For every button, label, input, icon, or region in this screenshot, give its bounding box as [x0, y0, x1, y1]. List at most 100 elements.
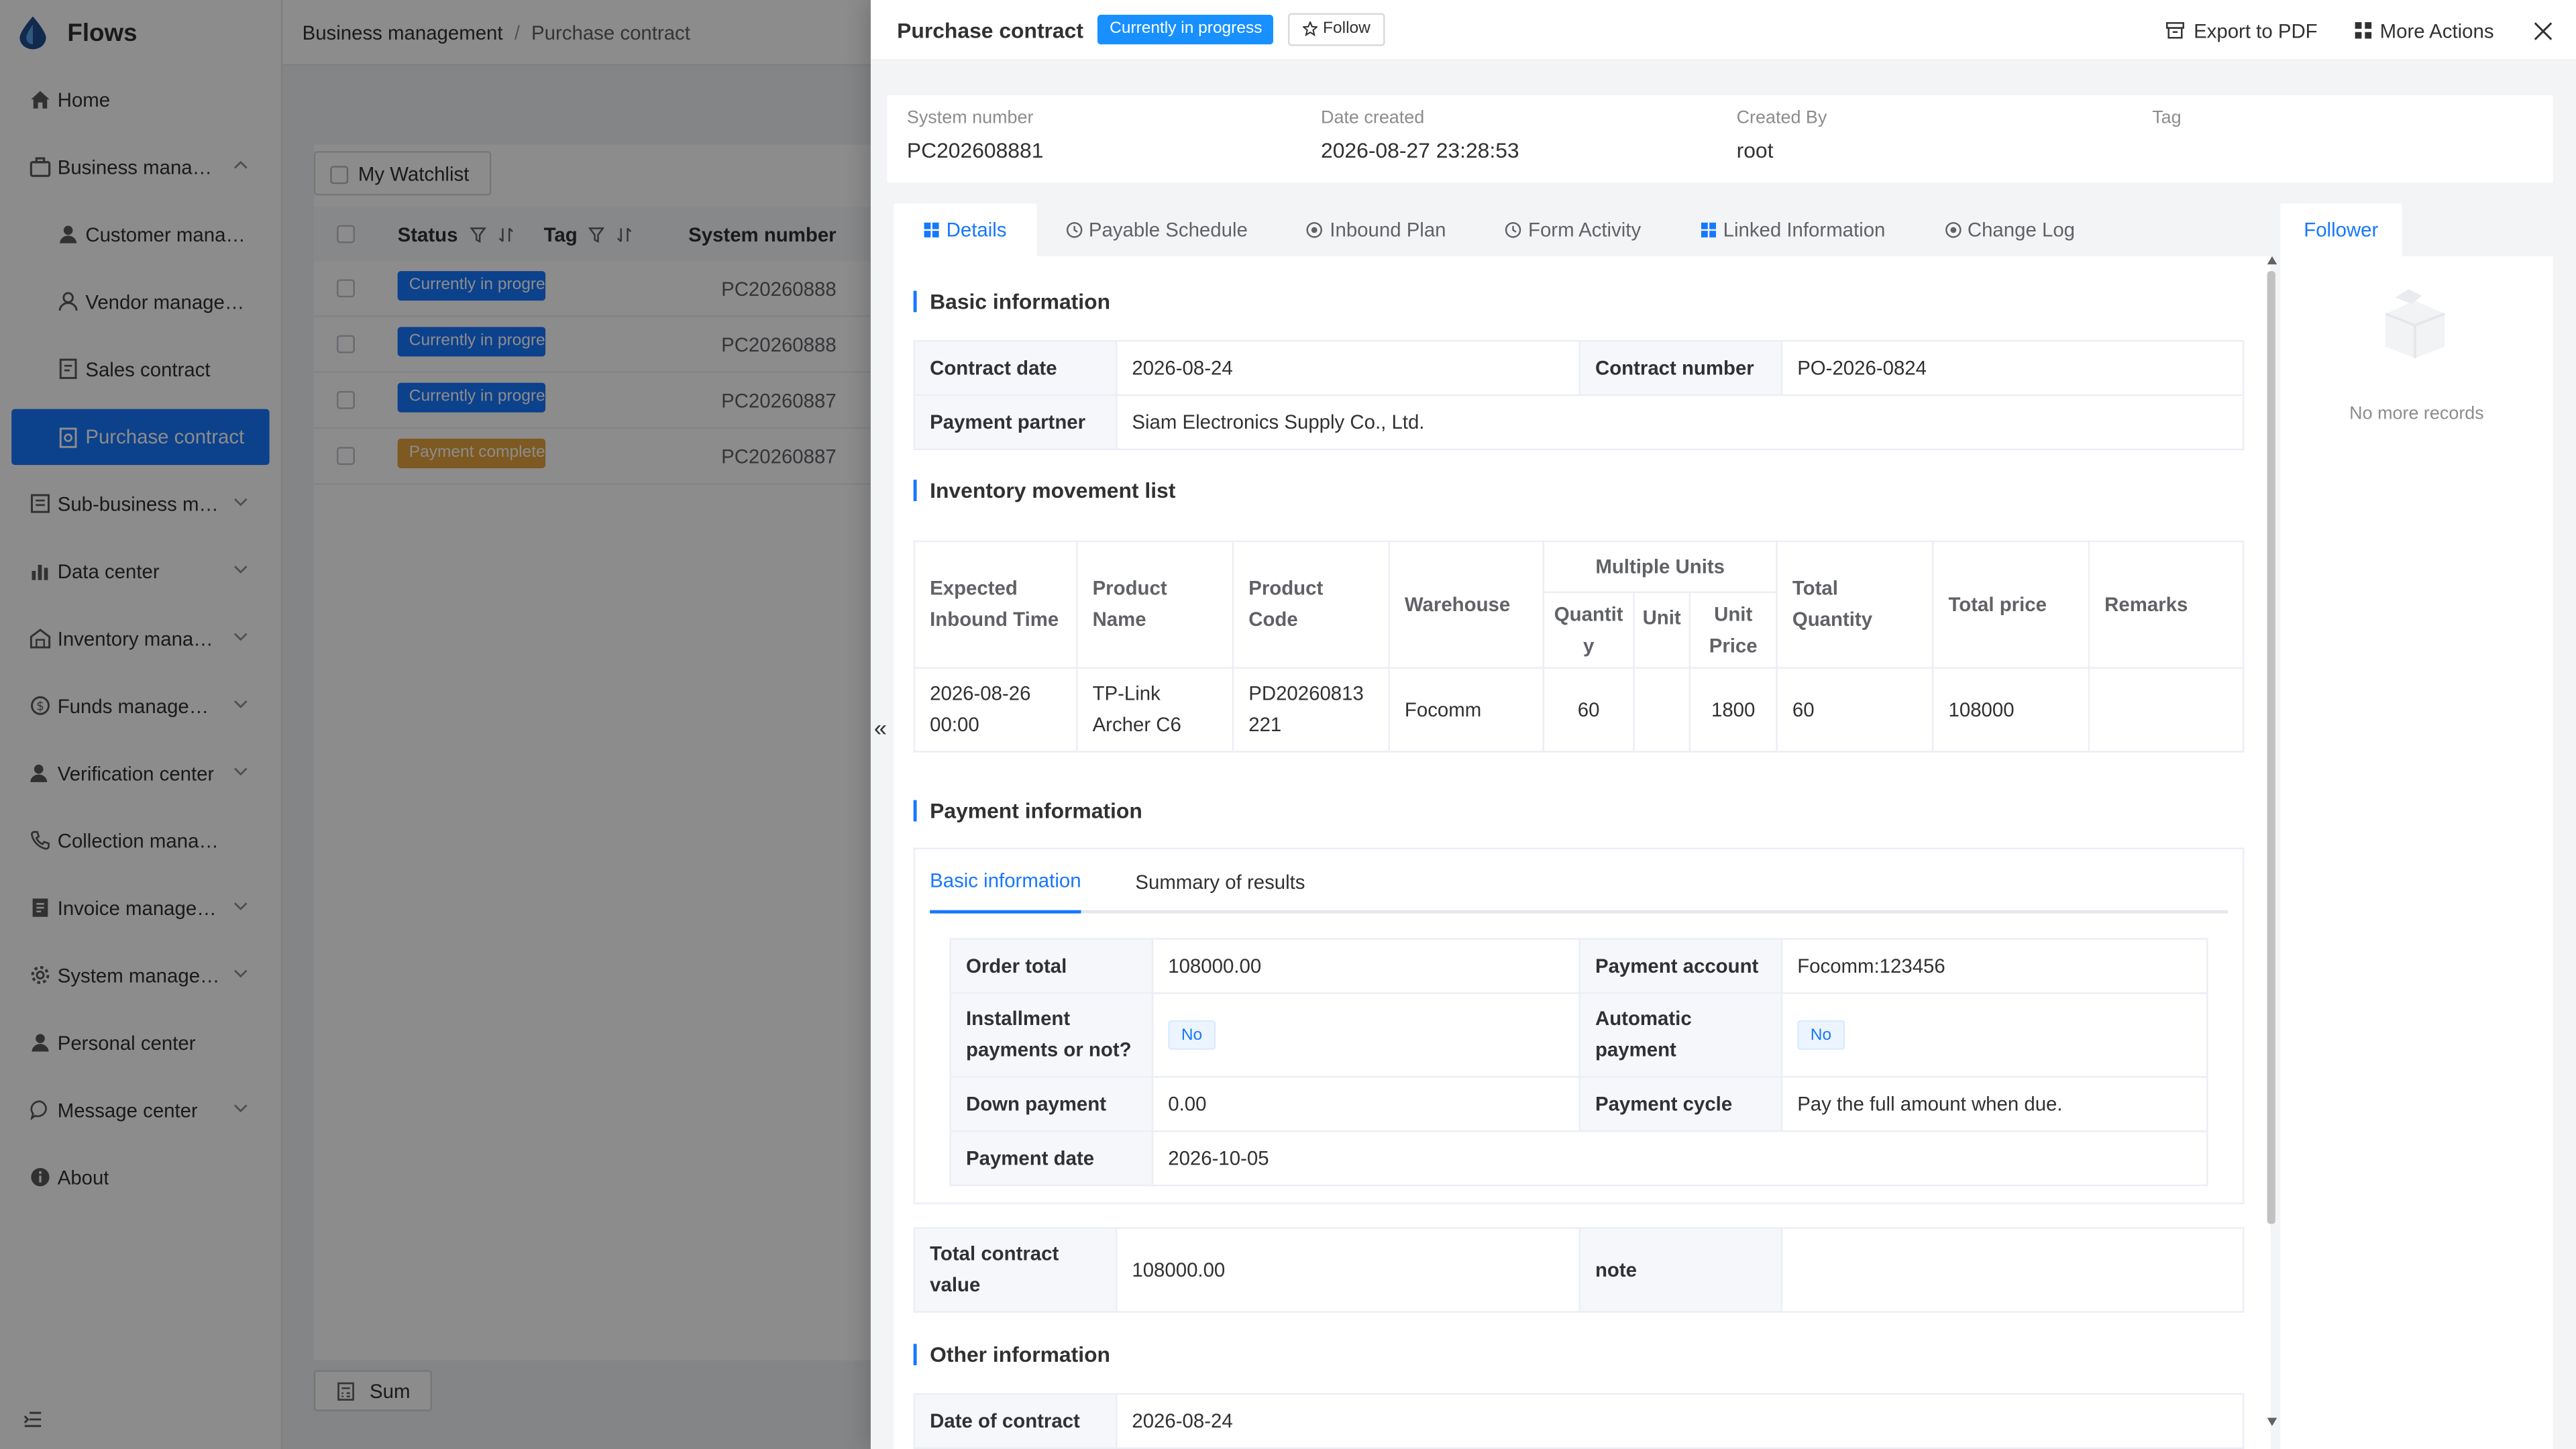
payment-box: Basic information Summary of results Ord…: [913, 847, 2245, 1205]
quantity-cell: 60: [1542, 667, 1635, 753]
more-actions-button[interactable]: More Actions: [2353, 19, 2494, 42]
unit-cell: [1633, 667, 1691, 753]
scrollbar[interactable]: [2267, 256, 2277, 1428]
export-pdf-button[interactable]: Export to PDF: [2165, 19, 2318, 42]
follower-panel: No more records: [2280, 256, 2553, 1449]
inventory-table: Expected Inbound Time Product Name Produ…: [913, 540, 2245, 753]
tab-details[interactable]: Details: [894, 203, 1036, 257]
contract-date-label: Contract date: [913, 339, 1118, 396]
contract-detail-drawer: Purchase contract Currently in progress …: [870, 0, 2576, 1449]
drawer-body: System number PC202608881 Date created 2…: [870, 60, 2576, 1449]
export-icon: [2166, 22, 2185, 39]
tag-label: Tag: [2152, 108, 2182, 129]
clock-icon: [1505, 222, 1521, 238]
tab-linked-information[interactable]: Linked Information: [1670, 204, 1915, 256]
totals-table: Total contract value 108000.00 note: [913, 1227, 2245, 1313]
target-icon: [1945, 222, 1961, 238]
more-actions-label: More Actions: [2379, 19, 2494, 42]
tab-form-activity[interactable]: Form Activity: [1476, 204, 1671, 256]
follow-button[interactable]: Follow: [1288, 13, 1385, 46]
payment-table: Order total 108000.00 Payment account Fo…: [949, 938, 2208, 1187]
tab-label: Change Log: [1967, 218, 2076, 242]
drawer-header: Purchase contract Currently in progress …: [870, 0, 2576, 61]
basic-information-title: Basic information: [913, 290, 1110, 313]
payment-partner-link[interactable]: Siam Electronics Supply Co., Ltd.: [1115, 394, 2245, 451]
scroll-up-icon[interactable]: [2267, 256, 2277, 265]
automatic-payment-tag: No: [1797, 1020, 1845, 1050]
total-contract-value: 108000.00: [1115, 1227, 1580, 1313]
date-created-label: Date created: [1320, 108, 1425, 129]
date-of-contract-label: Date of contract: [913, 1393, 1118, 1449]
expected-inbound-cell: 2026-08-26 00:00: [913, 667, 1078, 753]
other-information-table: Date of contract 2026-08-24: [913, 1393, 2245, 1449]
multiple-units-header: Multiple Units: [1542, 540, 1778, 594]
payment-account-label: Payment account: [1578, 938, 1783, 994]
inventory-movement-title: Inventory movement list: [913, 480, 1175, 501]
details-panel: Basic information Contract date 2026-08-…: [894, 256, 2271, 1449]
payment-cycle-value: Pay the full amount when due.: [1780, 1076, 2208, 1132]
modal-overlay[interactable]: [0, 0, 871, 1449]
export-label: Export to PDF: [2194, 19, 2318, 42]
tab-label: Inbound Plan: [1330, 218, 1446, 242]
product-code-cell: PD20260813221: [1232, 667, 1390, 753]
payment-information-title: Payment information: [913, 800, 1142, 822]
payment-cycle-label: Payment cycle: [1578, 1076, 1783, 1132]
total-quantity-cell: 60: [1776, 667, 1934, 753]
scroll-thumb[interactable]: [2267, 271, 2275, 1224]
contract-number-label: Contract number: [1578, 339, 1783, 396]
tab-change-log[interactable]: Change Log: [1915, 204, 2105, 256]
tab-payable-schedule[interactable]: Payable Schedule: [1036, 204, 1277, 256]
installment-tag: No: [1168, 1020, 1216, 1050]
grid-icon: [2354, 22, 2371, 39]
tab-follower[interactable]: Follower: [2280, 203, 2402, 257]
other-information-title: Other information: [913, 1344, 1110, 1366]
status-badge: Currently in progress: [1098, 15, 1274, 45]
created-by-label: Created By: [1736, 108, 1827, 129]
tab-label: Details: [946, 218, 1007, 242]
detail-tabs: Details Payable Schedule Inbound Plan Fo…: [894, 203, 2105, 257]
grid-icon: [1701, 222, 1716, 237]
collapse-panel-button[interactable]: «: [874, 714, 887, 741]
unit-price-header: Unit Price: [1688, 591, 1778, 669]
basic-information-table: Contract date 2026-08-24 Contract number…: [913, 339, 2245, 451]
summary-card: System number PC202608881 Date created 2…: [887, 95, 2553, 182]
note-label: note: [1578, 1227, 1783, 1313]
system-number-label: System number: [906, 108, 1034, 129]
star-icon: [1303, 21, 1318, 36]
tab-label: Form Activity: [1527, 218, 1642, 242]
contract-date-value: 2026-08-24: [1115, 339, 1580, 396]
expected-inbound-header: Expected Inbound Time: [913, 540, 1078, 669]
scroll-down-icon[interactable]: [2267, 1417, 2277, 1426]
product-code-header: Product Code: [1232, 540, 1390, 669]
tab-payment-summary[interactable]: Summary of results: [1135, 849, 1305, 914]
order-total-label: Order total: [949, 938, 1154, 994]
payment-date-value: 2026-10-05: [1151, 1130, 2208, 1187]
down-payment-label: Down payment: [949, 1076, 1154, 1132]
tab-label: Payable Schedule: [1088, 218, 1248, 242]
total-price-header: Total price: [1932, 540, 2090, 669]
tab-payment-basic[interactable]: Basic information: [930, 849, 1081, 914]
quantity-header: Quantity: [1542, 591, 1635, 669]
unit-price-cell: 1800: [1688, 667, 1778, 753]
payment-account-value: Focomm:123456: [1780, 938, 2208, 994]
installment-label: Installment payments or not?: [949, 992, 1154, 1078]
warehouse-link[interactable]: Focomm: [1388, 667, 1545, 753]
remarks-cell: [2088, 667, 2245, 753]
no-records-text: No more records: [2349, 404, 2484, 424]
note-value: [1780, 1227, 2245, 1313]
payment-partner-label: Payment partner: [913, 394, 1118, 451]
product-name-link[interactable]: TP-Link Archer C6: [1076, 667, 1234, 753]
payment-date-label: Payment date: [949, 1130, 1154, 1187]
grid-icon: [924, 222, 939, 237]
tab-label: Linked Information: [1723, 218, 1886, 242]
created-by-value: root: [1736, 138, 1774, 163]
close-icon[interactable]: [2533, 21, 2553, 40]
drawer-title: Purchase contract: [897, 17, 1083, 42]
contract-number-value: PO-2026-0824: [1780, 339, 2245, 396]
product-name-header: Product Name: [1076, 540, 1234, 669]
payment-tabs: Basic information Summary of results: [930, 849, 2228, 914]
clock-icon: [1066, 222, 1082, 238]
follow-label: Follow: [1323, 19, 1371, 38]
date-of-contract-value: 2026-08-24: [1115, 1393, 2245, 1449]
tab-inbound-plan[interactable]: Inbound Plan: [1277, 204, 1476, 256]
